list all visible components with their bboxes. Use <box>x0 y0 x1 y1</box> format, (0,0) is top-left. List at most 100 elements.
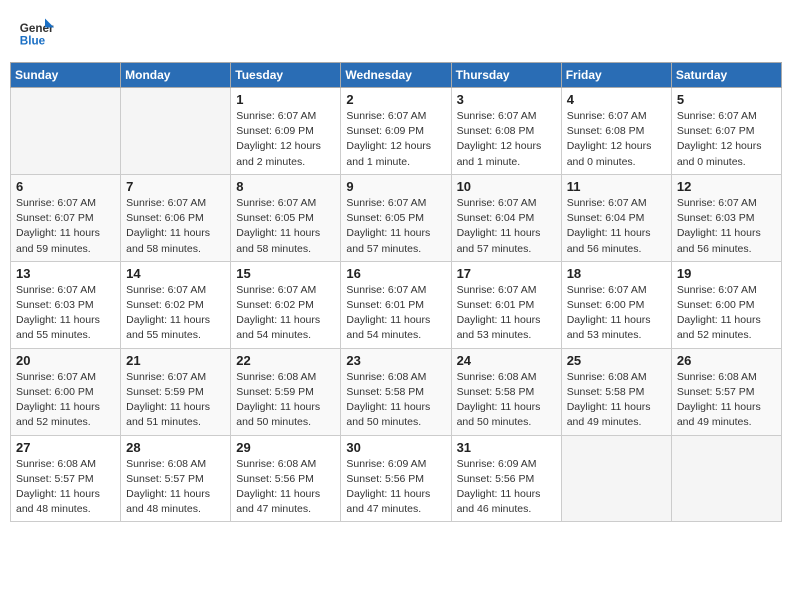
day-number: 31 <box>457 440 556 455</box>
calendar-cell: 27 Sunrise: 6:08 AMSunset: 5:57 PMDayligh… <box>11 435 121 522</box>
cell-info: Sunrise: 6:07 AMSunset: 6:07 PMDaylight:… <box>677 109 776 170</box>
calendar-cell: 12 Sunrise: 6:07 AMSunset: 6:03 PMDayligh… <box>671 174 781 261</box>
cell-info: Sunrise: 6:07 AMSunset: 6:06 PMDaylight:… <box>126 196 225 257</box>
weekday-header: Monday <box>121 63 231 88</box>
logo: General Blue <box>18 14 54 50</box>
calendar-cell: 11Sunrise: 6:07 AMSunset: 6:04 PMDayligh… <box>561 174 671 261</box>
day-number: 26 <box>677 353 776 368</box>
calendar-cell: 8 Sunrise: 6:07 AMSunset: 6:05 PMDaylight… <box>231 174 341 261</box>
weekday-header: Saturday <box>671 63 781 88</box>
calendar-cell: 29 Sunrise: 6:08 AMSunset: 5:56 PMDayligh… <box>231 435 341 522</box>
calendar-week-row: 6Sunrise: 6:07 AMSunset: 6:07 PMDaylight… <box>11 174 782 261</box>
cell-info: Sunrise: 6:08 AMSunset: 5:59 PMDaylight:… <box>236 370 335 431</box>
day-number: 12 <box>677 179 776 194</box>
calendar-cell: 9Sunrise: 6:07 AMSunset: 6:05 PMDaylight… <box>341 174 451 261</box>
calendar-cell: 2 Sunrise: 6:07 AMSunset: 6:09 PMDaylight… <box>341 88 451 175</box>
cell-info: Sunrise: 6:07 AMSunset: 6:04 PMDaylight:… <box>457 196 556 257</box>
cell-info: Sunrise: 6:09 AMSunset: 5:56 PMDaylight:… <box>457 457 556 518</box>
day-number: 25 <box>567 353 666 368</box>
day-number: 6 <box>16 179 115 194</box>
calendar-cell: 16 Sunrise: 6:07 AMSunset: 6:01 PMDayligh… <box>341 261 451 348</box>
calendar-cell: 17Sunrise: 6:07 AMSunset: 6:01 PMDayligh… <box>451 261 561 348</box>
cell-info: Sunrise: 6:08 AMSunset: 5:57 PMDaylight:… <box>677 370 776 431</box>
cell-info: Sunrise: 6:07 AMSunset: 6:01 PMDaylight:… <box>346 283 445 344</box>
cell-info: Sunrise: 6:07 AMSunset: 6:08 PMDaylight:… <box>567 109 666 170</box>
cell-info: Sunrise: 6:07 AMSunset: 6:04 PMDaylight:… <box>567 196 666 257</box>
calendar-cell: 21 Sunrise: 6:07 AMSunset: 5:59 PMDayligh… <box>121 348 231 435</box>
day-number: 19 <box>677 266 776 281</box>
day-number: 27 <box>16 440 115 455</box>
cell-info: Sunrise: 6:08 AMSunset: 5:57 PMDaylight:… <box>16 457 115 518</box>
day-number: 16 <box>346 266 445 281</box>
calendar-cell: 6Sunrise: 6:07 AMSunset: 6:07 PMDaylight… <box>11 174 121 261</box>
calendar-cell: 24 Sunrise: 6:08 AMSunset: 5:58 PMDayligh… <box>451 348 561 435</box>
cell-info: Sunrise: 6:07 AMSunset: 6:05 PMDaylight:… <box>236 196 335 257</box>
day-number: 3 <box>457 92 556 107</box>
calendar-cell <box>561 435 671 522</box>
day-number: 15 <box>236 266 335 281</box>
weekday-header: Thursday <box>451 63 561 88</box>
calendar-cell: 28 Sunrise: 6:08 AMSunset: 5:57 PMDayligh… <box>121 435 231 522</box>
day-number: 7 <box>126 179 225 194</box>
calendar-cell: 19 Sunrise: 6:07 AMSunset: 6:00 PMDayligh… <box>671 261 781 348</box>
calendar-header-row: SundayMondayTuesdayWednesdayThursdayFrid… <box>11 63 782 88</box>
day-number: 17 <box>457 266 556 281</box>
calendar-cell: 13 Sunrise: 6:07 AMSunset: 6:03 PMDayligh… <box>11 261 121 348</box>
cell-info: Sunrise: 6:07 AMSunset: 6:08 PMDaylight:… <box>457 109 556 170</box>
weekday-header: Tuesday <box>231 63 341 88</box>
day-number: 1 <box>236 92 335 107</box>
day-number: 18 <box>567 266 666 281</box>
day-number: 30 <box>346 440 445 455</box>
day-number: 21 <box>126 353 225 368</box>
calendar-cell <box>121 88 231 175</box>
day-number: 24 <box>457 353 556 368</box>
calendar-cell: 26 Sunrise: 6:08 AMSunset: 5:57 PMDayligh… <box>671 348 781 435</box>
cell-info: Sunrise: 6:07 AMSunset: 5:59 PMDaylight:… <box>126 370 225 431</box>
day-number: 13 <box>16 266 115 281</box>
calendar-cell: 15 Sunrise: 6:07 AMSunset: 6:02 PMDayligh… <box>231 261 341 348</box>
cell-info: Sunrise: 6:07 AMSunset: 6:03 PMDaylight:… <box>16 283 115 344</box>
day-number: 10 <box>457 179 556 194</box>
day-number: 9 <box>346 179 445 194</box>
page-header: General Blue <box>10 10 782 54</box>
day-number: 23 <box>346 353 445 368</box>
calendar-cell: 4Sunrise: 6:07 AMSunset: 6:08 PMDaylight… <box>561 88 671 175</box>
cell-info: Sunrise: 6:08 AMSunset: 5:58 PMDaylight:… <box>567 370 666 431</box>
cell-info: Sunrise: 6:08 AMSunset: 5:56 PMDaylight:… <box>236 457 335 518</box>
calendar-cell: 18 Sunrise: 6:07 AMSunset: 6:00 PMDayligh… <box>561 261 671 348</box>
calendar-cell: 10 Sunrise: 6:07 AMSunset: 6:04 PMDayligh… <box>451 174 561 261</box>
svg-text:Blue: Blue <box>20 35 46 48</box>
weekday-header: Friday <box>561 63 671 88</box>
day-number: 29 <box>236 440 335 455</box>
cell-info: Sunrise: 6:07 AMSunset: 6:09 PMDaylight:… <box>236 109 335 170</box>
calendar-cell: 5 Sunrise: 6:07 AMSunset: 6:07 PMDaylight… <box>671 88 781 175</box>
day-number: 28 <box>126 440 225 455</box>
cell-info: Sunrise: 6:07 AMSunset: 6:02 PMDaylight:… <box>236 283 335 344</box>
calendar-cell: 1 Sunrise: 6:07 AMSunset: 6:09 PMDaylight… <box>231 88 341 175</box>
calendar-cell <box>11 88 121 175</box>
cell-info: Sunrise: 6:07 AMSunset: 6:00 PMDaylight:… <box>567 283 666 344</box>
cell-info: Sunrise: 6:08 AMSunset: 5:58 PMDaylight:… <box>346 370 445 431</box>
cell-info: Sunrise: 6:07 AMSunset: 6:09 PMDaylight:… <box>346 109 445 170</box>
calendar-cell: 31 Sunrise: 6:09 AMSunset: 5:56 PMDayligh… <box>451 435 561 522</box>
calendar-cell: 14Sunrise: 6:07 AMSunset: 6:02 PMDayligh… <box>121 261 231 348</box>
cell-info: Sunrise: 6:08 AMSunset: 5:57 PMDaylight:… <box>126 457 225 518</box>
cell-info: Sunrise: 6:08 AMSunset: 5:58 PMDaylight:… <box>457 370 556 431</box>
weekday-header: Wednesday <box>341 63 451 88</box>
cell-info: Sunrise: 6:07 AMSunset: 6:03 PMDaylight:… <box>677 196 776 257</box>
cell-info: Sunrise: 6:09 AMSunset: 5:56 PMDaylight:… <box>346 457 445 518</box>
cell-info: Sunrise: 6:07 AMSunset: 6:00 PMDaylight:… <box>677 283 776 344</box>
calendar-week-row: 13 Sunrise: 6:07 AMSunset: 6:03 PMDayligh… <box>11 261 782 348</box>
day-number: 22 <box>236 353 335 368</box>
day-number: 5 <box>677 92 776 107</box>
calendar-cell: 22 Sunrise: 6:08 AMSunset: 5:59 PMDayligh… <box>231 348 341 435</box>
calendar-week-row: 27 Sunrise: 6:08 AMSunset: 5:57 PMDayligh… <box>11 435 782 522</box>
cell-info: Sunrise: 6:07 AMSunset: 6:00 PMDaylight:… <box>16 370 115 431</box>
calendar-cell: 7 Sunrise: 6:07 AMSunset: 6:06 PMDaylight… <box>121 174 231 261</box>
day-number: 8 <box>236 179 335 194</box>
calendar-cell: 3 Sunrise: 6:07 AMSunset: 6:08 PMDaylight… <box>451 88 561 175</box>
calendar-table: SundayMondayTuesdayWednesdayThursdayFrid… <box>10 62 782 522</box>
calendar-cell: 23 Sunrise: 6:08 AMSunset: 5:58 PMDayligh… <box>341 348 451 435</box>
day-number: 2 <box>346 92 445 107</box>
weekday-header: Sunday <box>11 63 121 88</box>
